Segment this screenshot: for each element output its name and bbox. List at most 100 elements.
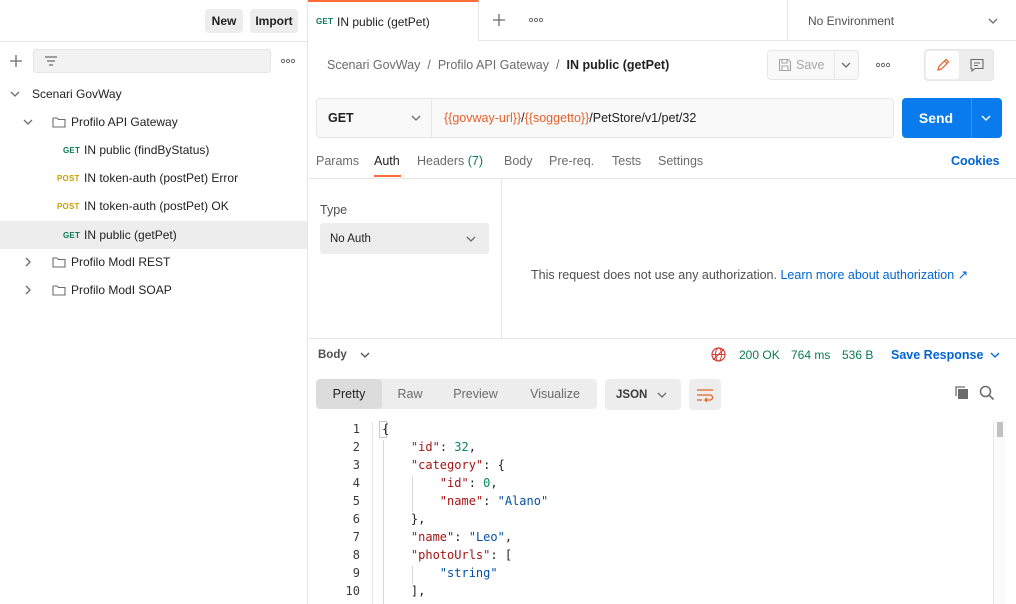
tab-body[interactable]: Body — [504, 154, 533, 168]
request-item[interactable]: GET IN public (findByStatus) — [0, 136, 307, 164]
copy-icon[interactable] — [954, 385, 970, 401]
request-item[interactable]: POST IN token-auth (postPet) Error — [0, 164, 307, 192]
folder-item[interactable]: Profilo API Gateway — [0, 108, 307, 136]
auth-message: This request does not use any authorizat… — [531, 267, 968, 282]
tab-headers[interactable]: Headers (7) — [417, 154, 483, 168]
more-options-icon[interactable] — [280, 55, 296, 67]
divider — [971, 98, 972, 138]
tab-method: GET — [316, 17, 334, 26]
method-select[interactable]: GET — [317, 99, 432, 137]
tab-title: IN public (getPet) — [337, 14, 430, 29]
breadcrumb-item[interactable]: Scenari GovWay — [327, 58, 420, 72]
response-section-select[interactable]: Body — [318, 347, 371, 363]
chevron-down-icon — [410, 112, 422, 124]
breadcrumb-item[interactable]: Profilo API Gateway — [438, 58, 549, 72]
learn-more-link[interactable]: Learn more about authorization ↗ — [780, 268, 968, 282]
send-button[interactable]: Send — [902, 98, 970, 138]
line-number: 10 — [345, 584, 360, 598]
globe-icon[interactable] — [710, 346, 727, 363]
tab-preview[interactable]: Preview — [438, 379, 513, 409]
request-label: IN token-auth (postPet) OK — [84, 199, 229, 213]
collection-item[interactable]: Scenari GovWay — [0, 80, 307, 108]
format-select[interactable]: JSON — [605, 379, 681, 410]
plus-icon[interactable] — [492, 13, 506, 27]
chevron-down-icon — [359, 349, 371, 361]
tab-visualize[interactable]: Visualize — [513, 379, 597, 409]
line-number: 5 — [352, 494, 360, 508]
tab-params[interactable]: Params — [316, 154, 359, 168]
request-item-selected[interactable]: GET IN public (getPet) — [0, 221, 307, 249]
chevron-down-icon[interactable] — [22, 116, 36, 128]
view-toggle — [924, 49, 994, 81]
code-line: }, — [382, 512, 426, 526]
import-button[interactable]: Import — [250, 9, 298, 33]
plus-icon[interactable] — [8, 53, 24, 69]
tab-headers-count: (7) — [467, 154, 484, 168]
chevron-down-icon — [989, 349, 1001, 361]
divider — [501, 179, 502, 338]
url-variable: {{govway-url}} — [444, 111, 522, 125]
search-icon[interactable] — [979, 385, 995, 401]
pencil-icon[interactable] — [926, 51, 959, 79]
chevron-right-icon[interactable] — [22, 284, 36, 296]
tab-pretty[interactable]: Pretty — [316, 379, 382, 409]
tab-raw[interactable]: Raw — [382, 379, 438, 409]
indent-guide — [383, 440, 384, 604]
response-time[interactable]: 764 ms — [791, 348, 830, 362]
scrollbar[interactable] — [993, 420, 1006, 604]
filter-input[interactable] — [33, 49, 271, 73]
breadcrumb: Scenari GovWay / Profilo API Gateway / I… — [327, 57, 669, 73]
chevron-down-icon[interactable] — [9, 88, 23, 100]
auth-message-text: This request does not use any authorizat… — [531, 268, 777, 282]
auth-type-select[interactable]: No Auth — [320, 223, 489, 254]
url-text: /PetStore/v1/pet/32 — [589, 111, 697, 125]
more-options-icon[interactable] — [528, 15, 544, 25]
code-line: "id": 0, — [439, 476, 498, 490]
new-button[interactable]: New — [205, 9, 243, 33]
folder-item[interactable]: Profilo ModI REST — [0, 248, 307, 276]
cookies-link[interactable]: Cookies — [951, 154, 1000, 168]
line-number: 6 — [352, 512, 360, 526]
request-item[interactable]: POST IN token-auth (postPet) OK — [0, 192, 307, 220]
tab-auth[interactable]: Auth — [374, 154, 400, 168]
status-badge[interactable]: 200 OK — [739, 348, 780, 362]
method-badge: GET — [63, 230, 81, 240]
line-number: 9 — [352, 566, 360, 580]
indent-guide — [412, 476, 413, 512]
line-number: 7 — [352, 530, 360, 544]
format-value: JSON — [616, 388, 648, 401]
save-label: Save — [796, 58, 825, 72]
more-options-icon[interactable] — [875, 60, 891, 70]
code-line: "category": { — [410, 458, 505, 472]
url-input[interactable]: {{govway-url}} / {{soggetto}} /PetStore/… — [444, 99, 696, 137]
divider — [0, 41, 307, 42]
collection-name: Scenari GovWay — [32, 87, 122, 101]
save-response-label: Save Response — [891, 348, 984, 362]
tab-pre-request[interactable]: Pre-req. — [549, 154, 594, 168]
save-response-button[interactable]: Save Response — [891, 347, 1001, 363]
chevron-right-icon[interactable] — [22, 256, 36, 268]
scrollbar-thumb[interactable] — [997, 422, 1003, 437]
line-number: 2 — [352, 440, 360, 454]
response-size[interactable]: 536 B — [842, 348, 873, 362]
response-body[interactable]: 1 2 3 4 5 6 7 8 9 10 { "id": 32, "catego… — [316, 420, 1006, 604]
comment-icon[interactable] — [961, 51, 993, 79]
save-button-group: Save — [767, 50, 859, 80]
folder-item[interactable]: Profilo ModI SOAP — [0, 276, 307, 304]
chevron-down-icon[interactable] — [980, 112, 992, 124]
save-icon — [778, 58, 792, 72]
request-label: IN public (getPet) — [84, 228, 177, 242]
code-line: "name": "Alano" — [439, 494, 549, 508]
line-number: 1 — [352, 422, 360, 436]
request-label: IN token-auth (postPet) Error — [84, 171, 239, 185]
folder-icon — [52, 284, 66, 296]
tab-request[interactable]: GET IN public (getPet) — [308, 0, 479, 41]
chevron-down-icon[interactable] — [840, 59, 852, 71]
folder-label: Profilo ModI REST — [71, 255, 171, 269]
line-number: 8 — [352, 548, 360, 562]
tab-settings[interactable]: Settings — [658, 154, 703, 168]
tab-tests[interactable]: Tests — [612, 154, 641, 168]
save-button[interactable]: Save — [768, 51, 834, 79]
environment-selector[interactable]: No Environment — [788, 0, 1016, 41]
wrap-lines-icon[interactable] — [689, 379, 721, 410]
